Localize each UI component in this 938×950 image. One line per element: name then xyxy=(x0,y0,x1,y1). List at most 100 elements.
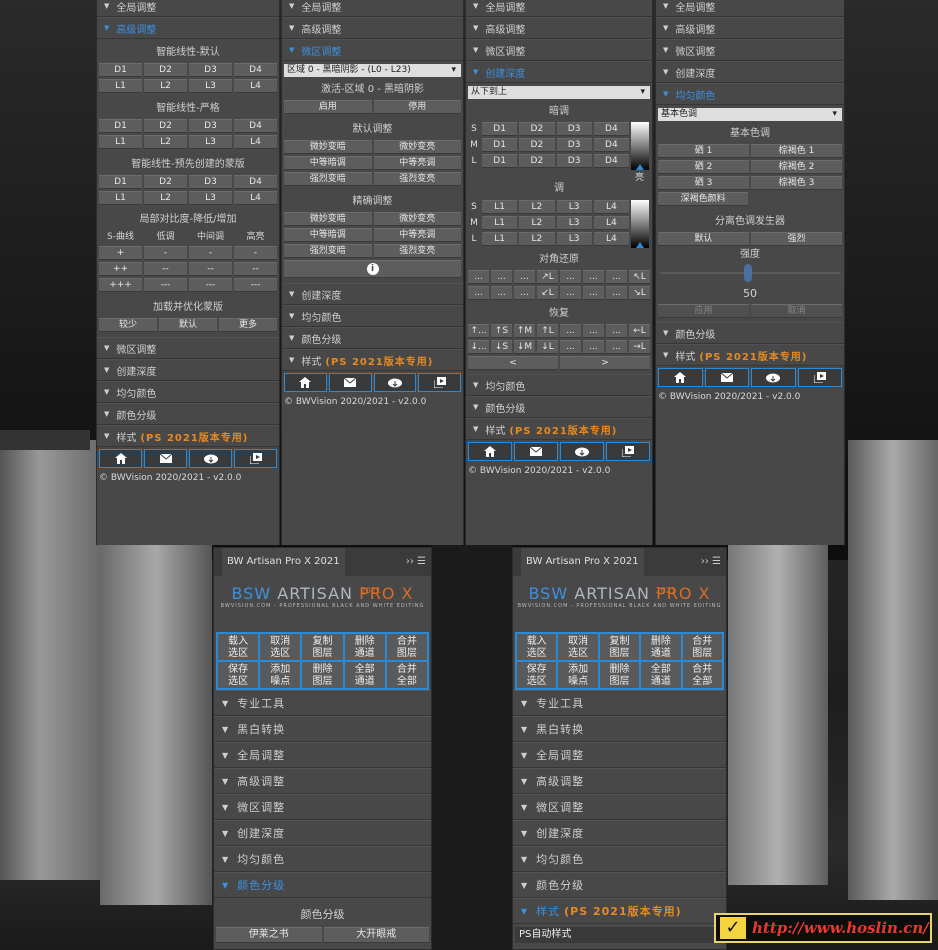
load-selection-button[interactable]: 载入 选区 xyxy=(217,633,260,661)
restore-button[interactable]: ↓... xyxy=(468,340,489,354)
d4-button[interactable]: D4 xyxy=(593,122,629,136)
ps-style-dropdown[interactable]: PS自动样式 xyxy=(515,927,724,943)
tone-button[interactable]: 硒 3 xyxy=(658,176,749,190)
section-global-adjust[interactable]: ▼ 全局调整 xyxy=(97,0,279,17)
grade-preset-button[interactable]: 大开眼戒 xyxy=(323,927,429,943)
restore-button[interactable]: ↓S xyxy=(491,340,512,354)
section-even-color[interactable]: ▼ 均匀颜色 xyxy=(97,381,279,403)
home-icon[interactable] xyxy=(284,373,327,392)
curve-button[interactable]: - xyxy=(189,246,232,260)
cloud-download-icon[interactable] xyxy=(189,449,232,468)
section-depth[interactable]: ▼ 创建深度 xyxy=(282,283,463,305)
d1-button[interactable]: D1 xyxy=(482,122,518,136)
next-button[interactable]: > xyxy=(560,356,650,370)
curve-button[interactable]: ++ xyxy=(99,262,142,276)
curve-button[interactable]: +++ xyxy=(99,278,142,292)
fine-button[interactable]: 中等亮调 xyxy=(373,228,461,242)
section-micro-adjust[interactable]: ▼ 微区调整 xyxy=(214,794,431,820)
l4-button[interactable]: L4 xyxy=(234,79,277,93)
section-depth[interactable]: ▼ 创建深度 xyxy=(513,820,726,846)
gradient-slider[interactable] xyxy=(631,200,649,248)
apply-button[interactable]: 应用 xyxy=(658,304,749,318)
restore-button[interactable]: ... xyxy=(560,340,581,354)
mail-icon[interactable] xyxy=(704,368,749,387)
d2-button[interactable]: D2 xyxy=(144,175,187,189)
deselect-button[interactable]: 取消 选区 xyxy=(259,633,302,661)
l2-button[interactable]: L2 xyxy=(519,200,555,214)
d4-button[interactable]: D4 xyxy=(593,138,629,152)
curve-button[interactable]: --- xyxy=(189,278,232,292)
l1-button[interactable]: L1 xyxy=(482,200,518,214)
d3-button[interactable]: D3 xyxy=(556,122,592,136)
zone-dropdown[interactable]: 区域 0 - 黑暗阴影 - (L0 - L23) xyxy=(284,64,461,77)
adjust-button[interactable]: 中等暗调 xyxy=(284,156,372,170)
d2-button[interactable]: D2 xyxy=(144,63,187,77)
d3-button[interactable]: D3 xyxy=(189,119,232,133)
diag-button[interactable]: ↖L xyxy=(629,270,650,284)
tone-button[interactable]: 棕褐色 2 xyxy=(751,160,842,174)
l3-button[interactable]: L3 xyxy=(556,200,592,214)
save-selection-button[interactable]: 保存 选区 xyxy=(516,661,558,689)
fine-button[interactable]: 微妙变暗 xyxy=(284,212,372,226)
diag-button[interactable]: ... xyxy=(491,286,512,300)
section-even-color[interactable]: ▼ 均匀颜色 xyxy=(656,83,844,105)
section-color-grading[interactable]: ▼ 颜色分级 xyxy=(513,872,726,898)
strength-slider[interactable] xyxy=(660,262,840,284)
tone-dropdown[interactable]: 基本色调 xyxy=(658,108,842,121)
diag-button[interactable]: ... xyxy=(560,270,581,284)
add-noise-button[interactable]: 添加 噪点 xyxy=(557,661,599,689)
panel-tab-title[interactable]: BW Artisan Pro X 2021 xyxy=(521,548,644,576)
restore-button[interactable]: ... xyxy=(560,324,581,338)
section-even-color[interactable]: ▼ 均匀颜色 xyxy=(513,846,726,872)
l2-button[interactable]: L2 xyxy=(144,79,187,93)
diag-button[interactable]: ↙L xyxy=(537,286,558,300)
diag-button[interactable]: ... xyxy=(514,286,535,300)
d3-button[interactable]: D3 xyxy=(189,63,232,77)
curve-button[interactable]: -- xyxy=(144,262,187,276)
fine-button[interactable]: 强烈变亮 xyxy=(373,244,461,258)
section-global-adjust[interactable]: ▼ 全局调整 xyxy=(656,0,844,17)
curve-button[interactable]: - xyxy=(144,246,187,260)
l3-button[interactable]: L3 xyxy=(556,232,592,246)
d2-button[interactable]: D2 xyxy=(519,138,555,152)
l3-button[interactable]: L3 xyxy=(189,79,232,93)
panel-menu-icon[interactable]: ›› ☰ xyxy=(701,556,721,567)
section-global-adjust[interactable]: ▼ 全局调整 xyxy=(513,742,726,768)
section-depth[interactable]: ▼ 创建深度 xyxy=(214,820,431,846)
delete-channel-button[interactable]: 删除 通道 xyxy=(343,633,386,661)
cloud-download-icon[interactable] xyxy=(751,368,796,387)
restore-button[interactable]: ... xyxy=(606,340,627,354)
section-micro-adjust[interactable]: ▼ 微区调整 xyxy=(466,39,652,61)
adjust-button[interactable]: 强烈变亮 xyxy=(373,172,461,186)
gallery-icon[interactable] xyxy=(797,368,842,387)
split-strong-button[interactable]: 强烈 xyxy=(751,232,842,246)
l1-button[interactable]: L1 xyxy=(482,232,518,246)
copy-layer-button[interactable]: 复制 图层 xyxy=(301,633,344,661)
d4-button[interactable]: D4 xyxy=(234,175,277,189)
adjust-button[interactable]: 微妙变亮 xyxy=(373,140,461,154)
slider-handle-icon[interactable] xyxy=(636,242,644,248)
restore-button[interactable]: ↓M xyxy=(514,340,535,354)
adjust-button[interactable]: 强烈变暗 xyxy=(284,172,372,186)
section-advanced-adjust[interactable]: ▼ 高级调整 xyxy=(656,17,844,39)
section-even-color[interactable]: ▼ 均匀颜色 xyxy=(466,374,652,396)
restore-button[interactable]: ↑... xyxy=(468,324,489,338)
adjust-button[interactable]: 微妙变暗 xyxy=(284,140,372,154)
d1-button[interactable]: D1 xyxy=(99,63,142,77)
fine-button[interactable]: 中等暗调 xyxy=(284,228,372,242)
fine-button[interactable]: 强烈变暗 xyxy=(284,244,372,258)
section-style[interactable]: ▼ 样式 (PS 2021版本专用) xyxy=(282,349,463,371)
curve-button[interactable]: - xyxy=(234,246,277,260)
diag-button[interactable]: ... xyxy=(468,286,489,300)
section-micro-adjust[interactable]: ▼ 微区调整 xyxy=(282,39,463,61)
section-bw-convert[interactable]: ▼ 黑白转换 xyxy=(214,716,431,742)
section-style[interactable]: ▼ 样式 (PS 2021版本专用) xyxy=(513,898,726,924)
section-style[interactable]: ▼ 样式 (PS 2021版本专用) xyxy=(97,425,279,447)
l1-button[interactable]: L1 xyxy=(99,191,142,205)
curve-button[interactable]: + xyxy=(99,246,142,260)
section-color-grading[interactable]: ▼ 颜色分级 xyxy=(214,872,431,898)
restore-button[interactable]: ... xyxy=(583,324,604,338)
save-selection-button[interactable]: 保存 选区 xyxy=(217,661,260,689)
load-selection-button[interactable]: 载入 选区 xyxy=(516,633,558,661)
all-channels-button[interactable]: 全部 通道 xyxy=(343,661,386,689)
